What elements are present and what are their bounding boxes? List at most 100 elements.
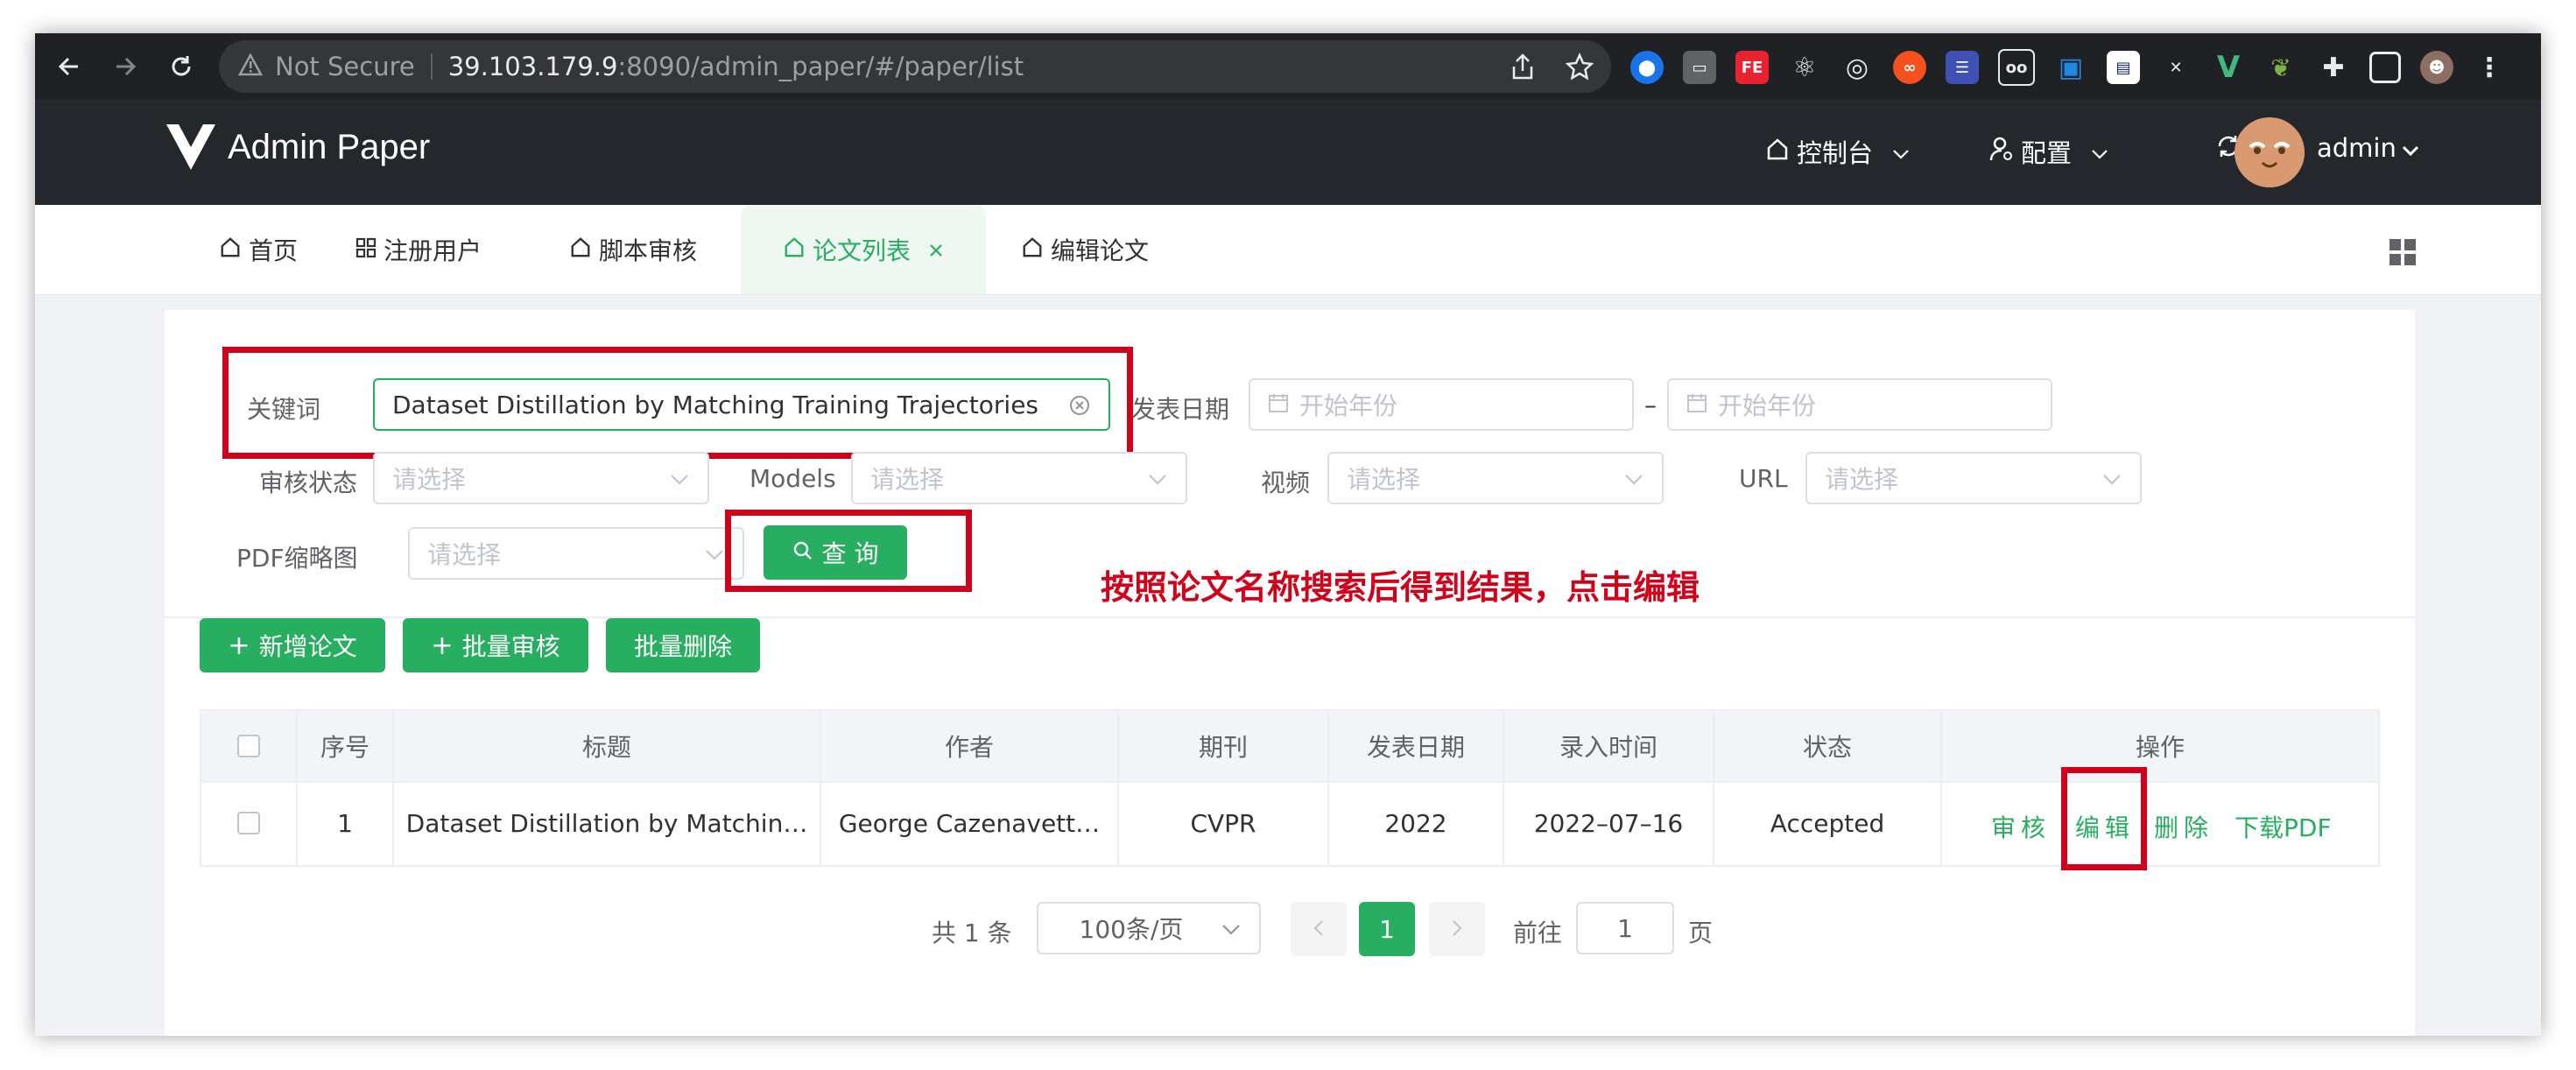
- row-entry-time: 2022–07–16: [1504, 781, 1714, 865]
- highlight-box-edit: [2061, 767, 2147, 870]
- home-icon: [1765, 137, 1790, 167]
- extension-doc-icon[interactable]: ▤: [2107, 51, 2140, 84]
- goto-page-value: 1: [1617, 913, 1633, 943]
- pdf-thumb-select[interactable]: 请选择: [408, 527, 744, 580]
- vue-devtools-icon[interactable]: V: [2212, 50, 2245, 85]
- extension-blue-icon[interactable]: ⬤: [1630, 51, 1664, 84]
- instruction-annotation: 按照论文名称搜索后得到结果，点击编辑: [1101, 568, 1700, 607]
- paper-table: 序号 标题 作者 期刊 发表日期 录入时间 状态 操作 1 Dataset Di…: [200, 709, 2380, 870]
- chevron-down-icon: [2101, 467, 2122, 496]
- select-placeholder: 请选择: [427, 540, 502, 569]
- header-pub-date: 发表日期: [1329, 711, 1504, 781]
- download-pdf-link[interactable]: 下载PDF: [2235, 809, 2332, 844]
- react-devtools-icon[interactable]: ⚛: [1788, 51, 1821, 84]
- select-placeholder: 请选择: [392, 465, 467, 494]
- batch-delete-button[interactable]: 批量删除: [606, 618, 760, 672]
- profile-avatar-icon[interactable]: ☻: [2420, 51, 2453, 84]
- video-select[interactable]: 请选择: [1327, 452, 1664, 504]
- extension-leaf-icon[interactable]: ❦: [2264, 51, 2298, 84]
- url-select[interactable]: 请选择: [1805, 452, 2142, 504]
- home-icon: [1021, 236, 1044, 264]
- models-select[interactable]: 请选择: [851, 452, 1187, 504]
- forward-icon[interactable]: [110, 52, 140, 81]
- tab-script-review[interactable]: 脚本审核: [569, 205, 697, 294]
- page-size-select[interactable]: 100条/页: [1037, 902, 1261, 954]
- tab-edit-paper[interactable]: 编辑论文: [1021, 205, 1149, 294]
- app-header: Admin Paper 控制台 配置 admin: [35, 100, 2541, 205]
- delete-link[interactable]: 删除: [2154, 809, 2214, 844]
- extensions-puzzle-icon[interactable]: ✚: [2317, 51, 2350, 84]
- app-title: Admin Paper: [228, 128, 431, 166]
- row-checkbox[interactable]: [237, 812, 260, 834]
- extension-orange-icon[interactable]: ∞: [1893, 51, 1926, 84]
- date-start-input[interactable]: 开始年份: [1249, 378, 1634, 431]
- extension-tv-icon[interactable]: ▣: [2054, 51, 2087, 84]
- omnibox-divider: [430, 53, 433, 80]
- highlight-box-keyword: [222, 347, 1133, 459]
- add-paper-button[interactable]: + 新增论文: [200, 618, 385, 672]
- date-end-input[interactable]: 开始年份: [1667, 378, 2052, 431]
- row-select-cell: [201, 781, 298, 865]
- tab-paper-list[interactable]: 论文列表: [741, 205, 986, 294]
- plus-icon: +: [431, 630, 454, 661]
- extension-glasses-icon[interactable]: oo: [1998, 49, 2035, 86]
- url-path: :8090/admin_paper/#/paper/list: [617, 52, 1024, 81]
- url-label: URL: [1739, 464, 1788, 493]
- tab-home[interactable]: 首页: [219, 205, 298, 294]
- review-status-select[interactable]: 请选择: [373, 452, 709, 504]
- prev-page-button[interactable]: [1291, 902, 1347, 956]
- date-range-separator: –: [1644, 391, 1657, 419]
- config-label: 配置: [2021, 138, 2073, 168]
- apps-grid-icon[interactable]: [2389, 238, 2417, 270]
- reload-icon[interactable]: [166, 52, 196, 81]
- browser-menu-icon[interactable]: ⋮: [2473, 51, 2506, 84]
- chevron-down-icon: [1892, 137, 1910, 166]
- batch-review-button[interactable]: + 批量审核: [403, 618, 588, 672]
- user-settings-icon: [1989, 136, 2014, 168]
- back-icon[interactable]: [54, 52, 84, 81]
- home-icon: [569, 236, 592, 264]
- row-author: George Cazenavett…: [821, 781, 1119, 865]
- chevron-left-icon: [1312, 915, 1326, 944]
- grid-icon: [355, 236, 377, 264]
- paper-list-card: 关键词 Dataset Distillation by Matching Tra…: [165, 310, 2415, 1036]
- header-select-cell: [201, 711, 298, 781]
- address-bar[interactable]: Not Secure 39.103.179.9 :8090/admin_pape…: [219, 40, 1611, 93]
- header-status: 状态: [1714, 711, 1942, 781]
- next-page-button[interactable]: [1429, 902, 1485, 956]
- page-suffix: 页: [1688, 919, 1714, 947]
- console-menu[interactable]: 控制台: [1765, 133, 1910, 170]
- table-header: 序号 标题 作者 期刊 发表日期 录入时间 状态 操作: [201, 711, 2378, 783]
- select-all-checkbox[interactable]: [237, 735, 260, 757]
- extension-x-icon[interactable]: ✕: [2159, 51, 2192, 84]
- video-label: 视频: [1261, 468, 1311, 497]
- chevron-down-icon: [704, 542, 725, 571]
- bookmark-star-icon[interactable]: [1565, 52, 1594, 84]
- select-placeholder: 请选择: [1347, 465, 1421, 494]
- goto-page-input[interactable]: 1: [1576, 902, 1674, 954]
- tab-label: 首页: [249, 236, 299, 265]
- extension-list-icon[interactable]: ☰: [1946, 51, 1979, 84]
- close-icon[interactable]: [928, 236, 944, 264]
- extension-target-icon[interactable]: ◎: [1841, 51, 1874, 84]
- add-paper-label: 新增论文: [258, 632, 357, 661]
- avatar[interactable]: [2235, 117, 2305, 187]
- review-link[interactable]: 审核: [1991, 809, 2051, 844]
- tab-registered-users[interactable]: 注册用户: [355, 205, 482, 294]
- tab-label: 注册用户: [384, 236, 482, 265]
- extension-gray-icon[interactable]: ▭: [1683, 51, 1716, 84]
- side-panel-icon[interactable]: [2369, 52, 2401, 83]
- chevron-down-icon: [1221, 917, 1242, 946]
- config-menu[interactable]: 配置: [1989, 133, 2108, 170]
- tags-bar: 首页 注册用户 脚本审核 论文列表 编辑论文: [35, 205, 2541, 295]
- pdf-thumb-label: PDF缩略图: [236, 544, 358, 573]
- calendar-icon: [1686, 391, 1707, 419]
- page-number-current[interactable]: 1: [1359, 902, 1415, 956]
- pagination-total: 共 1 条: [932, 919, 1012, 947]
- user-menu[interactable]: admin: [2317, 133, 2419, 163]
- user-name-label: admin: [2317, 133, 2397, 163]
- extension-fe-icon[interactable]: FE: [1735, 51, 1769, 84]
- table-row: 1 Dataset Distillation by Matchin… Georg…: [201, 767, 2378, 870]
- share-icon[interactable]: [1510, 53, 1536, 84]
- console-label: 控制台: [1797, 138, 1874, 168]
